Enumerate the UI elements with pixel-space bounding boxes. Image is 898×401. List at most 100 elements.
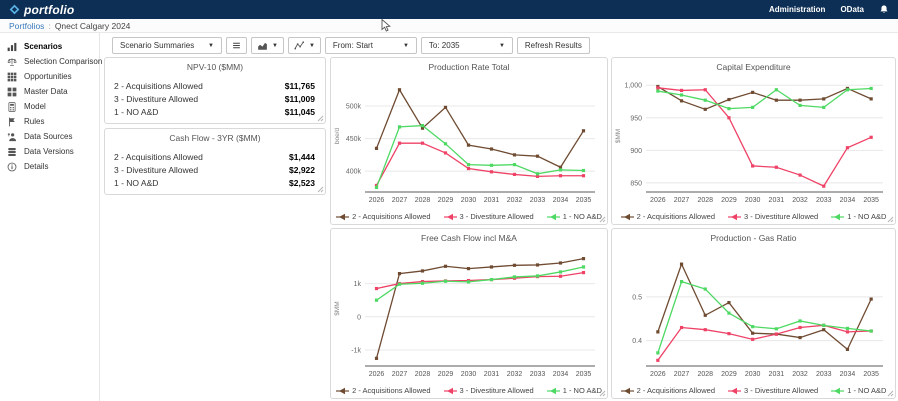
legend-item[interactable]: 1 - NO A&D (831, 386, 886, 395)
chevron-down-icon: ▼ (403, 43, 409, 49)
user-upload-icon (7, 132, 17, 142)
chart-card-production-rate: Production Rate Total boe/d400k450k500k2… (330, 57, 608, 225)
legend-item[interactable]: 2 - Acquisitions Allowed (621, 212, 715, 221)
chevron-down-icon: ▼ (272, 43, 278, 49)
legend-label: 3 - Divestiture Allowed (460, 212, 534, 221)
notifications-bell-icon[interactable] (879, 4, 889, 15)
legend-label: 1 - NO A&D (847, 386, 886, 395)
legend-marker-icon (728, 213, 741, 221)
chart-title: Production - Gas Ratio (612, 229, 895, 243)
legend-item[interactable]: 3 - Divestiture Allowed (444, 212, 534, 221)
sidebar-item-label: Data Sources (24, 132, 72, 141)
sidebar-item-rules[interactable]: Rules (0, 114, 99, 129)
legend-item[interactable]: 2 - Acquisitions Allowed (336, 212, 430, 221)
line-chart-capital-expenditure[interactable]: $MM8509009501,00020262027202820292030203… (614, 73, 893, 206)
refresh-results-button[interactable]: Refresh Results (517, 37, 590, 54)
svg-text:950: 950 (630, 115, 642, 122)
info-icon (7, 162, 17, 172)
legend-item[interactable]: 2 - Acquisitions Allowed (336, 386, 430, 395)
database-icon (7, 147, 17, 157)
resize-handle[interactable] (887, 216, 894, 223)
svg-text:2032: 2032 (507, 371, 523, 378)
resize-handle[interactable] (317, 115, 324, 122)
svg-text:2034: 2034 (840, 197, 856, 204)
sidebar-item-label: Scenarios (24, 42, 62, 51)
summary-rows: 2 - Acquisitions Allowed$11,765 3 - Dive… (105, 79, 325, 118)
svg-text:2027: 2027 (674, 371, 690, 378)
sidebar-item-label: Rules (24, 117, 44, 126)
legend-item[interactable]: 1 - NO A&D (831, 212, 886, 221)
line-chart-production-rate[interactable]: boe/d400k450k500k20262027202820292030203… (333, 73, 605, 206)
sidebar-item-master-data[interactable]: Master Data (0, 84, 99, 99)
navbar-actions: Administration OData (769, 4, 889, 15)
line-chart-free-cash-flow[interactable]: $MM-1k01k2026202720282029203020312032203… (333, 244, 605, 380)
sidebar-item-data-sources[interactable]: Data Sources (0, 129, 99, 144)
to-year-value: To: 2035 (429, 41, 460, 50)
to-year-select[interactable]: To: 2035 ▼ (421, 37, 513, 54)
summary-row: 1 - NO A&D$2,523 (105, 176, 325, 189)
sidebar-item-details[interactable]: Details (0, 159, 99, 174)
breadcrumb-portfolios-link[interactable]: Portfolios (9, 21, 44, 31)
chevron-down-icon: ▼ (499, 43, 505, 49)
from-year-select[interactable]: From: Start ▼ (325, 37, 417, 54)
flag-icon (7, 117, 17, 127)
nav-administration[interactable]: Administration (769, 5, 825, 14)
scenario-value: $2,922 (289, 165, 315, 175)
sidebar-item-label: Details (24, 162, 48, 171)
resize-handle[interactable] (887, 390, 894, 397)
svg-text:2032: 2032 (792, 371, 808, 378)
svg-text:2035: 2035 (863, 371, 879, 378)
summary-type-value: Scenario Summaries (120, 41, 194, 50)
svg-text:2029: 2029 (438, 371, 454, 378)
chart-svg: $MM-1k01k2026202720282029203020312032203… (333, 244, 605, 380)
summary-row: 3 - Divestiture Allowed$11,009 (105, 92, 325, 105)
legend-item[interactable]: 1 - NO A&D (547, 386, 602, 395)
svg-text:2030: 2030 (461, 197, 477, 204)
table-icon (7, 72, 17, 82)
card-title: NPV-10 ($MM) (105, 58, 325, 72)
bar-chart-type-button[interactable]: ▼ (251, 37, 284, 54)
svg-text:2030: 2030 (461, 371, 477, 378)
legend-item[interactable]: 3 - Divestiture Allowed (728, 386, 818, 395)
line-chart-type-button[interactable]: ▼ (288, 37, 321, 54)
legend-label: 2 - Acquisitions Allowed (637, 212, 715, 221)
app-logo[interactable]: portfolio (9, 3, 74, 17)
svg-text:2031: 2031 (484, 197, 500, 204)
svg-text:1,000: 1,000 (624, 83, 642, 90)
svg-text:500k: 500k (346, 104, 362, 111)
svg-text:2032: 2032 (507, 197, 523, 204)
legend-item[interactable]: 2 - Acquisitions Allowed (621, 386, 715, 395)
svg-text:450k: 450k (346, 136, 362, 143)
nav-odata[interactable]: OData (840, 5, 864, 14)
summary-type-select[interactable]: Scenario Summaries ▼ (112, 37, 222, 54)
sidebar-item-data-versions[interactable]: Data Versions (0, 144, 99, 159)
svg-text:$MM: $MM (615, 129, 622, 143)
sidebar-item-selection-comparison[interactable]: Selection Comparison (0, 54, 99, 69)
svg-text:400k: 400k (346, 169, 362, 176)
svg-text:2033: 2033 (530, 197, 546, 204)
scenario-value: $11,045 (285, 107, 315, 117)
svg-text:2033: 2033 (530, 371, 546, 378)
svg-text:2028: 2028 (415, 197, 431, 204)
svg-text:2035: 2035 (863, 197, 879, 204)
sidebar-item-opportunities[interactable]: Opportunities (0, 69, 99, 84)
list-view-button[interactable] (226, 37, 247, 54)
area-chart-icon (257, 41, 268, 51)
svg-text:900: 900 (630, 148, 642, 155)
legend-item[interactable]: 1 - NO A&D (547, 212, 602, 221)
svg-text:2031: 2031 (769, 371, 785, 378)
scenario-label: 2 - Acquisitions Allowed (114, 81, 203, 91)
top-navbar: portfolio Administration OData (0, 0, 898, 19)
chart-svg: boe/d400k450k500k20262027202820292030203… (333, 73, 605, 206)
legend-item[interactable]: 3 - Divestiture Allowed (728, 212, 818, 221)
resize-handle[interactable] (599, 216, 606, 223)
legend-item[interactable]: 3 - Divestiture Allowed (444, 386, 534, 395)
scenario-label: 1 - NO A&D (114, 107, 158, 117)
calculator-icon (7, 102, 17, 112)
resize-handle[interactable] (317, 186, 324, 193)
resize-handle[interactable] (599, 390, 606, 397)
sidebar-item-model[interactable]: Model (0, 99, 99, 114)
svg-text:2031: 2031 (769, 197, 785, 204)
sidebar-item-scenarios[interactable]: Scenarios (0, 39, 99, 54)
line-chart-gas-ratio[interactable]: 0.40.52026202720282029203020312032203320… (614, 244, 893, 380)
